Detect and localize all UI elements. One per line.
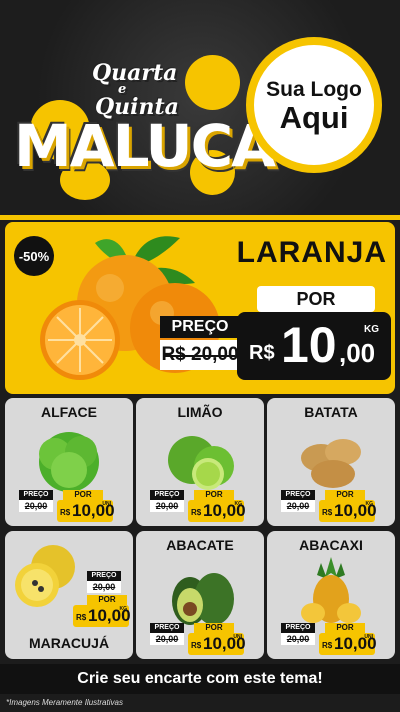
product-price-unit: KG (234, 501, 243, 507)
product-card[interactable]: BATATA PREÇO 20,00 POR R$ 10,00 KG (267, 398, 395, 526)
product-price-currency: R$ (76, 613, 87, 622)
product-price-currency: R$ (191, 508, 202, 517)
product-card[interactable]: ALFACE PREÇO 20,00 POR R$ 10,00 UNI (5, 398, 133, 526)
lime-icon (168, 436, 234, 490)
hero-price-currency: R$ (249, 342, 275, 364)
product-price-unit: KG (365, 501, 374, 507)
title-maluca: MALUCA (14, 112, 276, 180)
product-price-box: R$ 10,00 UNI (188, 633, 246, 655)
featured-product-name: LARANJA (236, 236, 387, 269)
product-price-box: R$ 10,00 UNI (319, 633, 377, 655)
hero-price-decimal: ,00 (339, 338, 376, 368)
product-card[interactable]: ABACAXI PREÇO 20,00 POR R$ 10,00 UNI (267, 531, 395, 659)
product-price-box: R$ 10,00 UNI (57, 500, 115, 522)
product-old-price: 20,00 (281, 500, 315, 512)
footer-cta: Crie seu encarte com este tema! (0, 664, 400, 694)
product-name: MARACUJÁ (28, 635, 110, 651)
product-name: ABACAXI (299, 537, 363, 553)
product-price-box: R$ 10,00 KG (319, 500, 377, 522)
product-old-price: 20,00 (281, 633, 315, 645)
product-price-currency: R$ (322, 641, 333, 650)
product-price-currency: R$ (60, 508, 71, 517)
product-preco-label: PREÇO (281, 623, 315, 633)
product-price-box: R$ 10,00 KG (188, 500, 246, 522)
product-card[interactable]: MARACUJÁ PREÇO 20,00 POR R$ 10,00 KG (5, 531, 133, 659)
hero-price-box: R$ 10 ,00 KG (237, 312, 391, 380)
title-flame-decoration (185, 55, 240, 110)
lettuce-icon (39, 432, 99, 492)
product-price-box: R$ 10,00 KG (73, 605, 131, 627)
hero-price-unit: KG (364, 324, 379, 335)
product-name: ALFACE (41, 404, 97, 420)
product-por-label: POR (87, 595, 127, 605)
pineapple-icon (301, 557, 361, 623)
hero-price-integer: 10 (281, 317, 337, 373)
product-price-unit: UNI (102, 501, 111, 507)
product-old-price: 20,00 (87, 581, 121, 593)
product-price-currency: R$ (322, 508, 333, 517)
product-card[interactable]: LIMÃO PREÇO 20,00 POR R$ 10,00 KG (136, 398, 264, 526)
logo-line1: Sua Logo (266, 77, 362, 101)
product-price-currency: R$ (191, 641, 202, 650)
logo-line2: Aqui (279, 99, 349, 135)
hero-old-price-strike (163, 355, 235, 357)
header-divider (0, 215, 400, 220)
logo-placeholder: Sua Logo Aqui (246, 37, 382, 173)
product-old-price: 20,00 (19, 500, 53, 512)
product-por-label: POR (325, 490, 365, 500)
product-preco-label: PREÇO (87, 571, 121, 581)
product-por-label: POR (194, 623, 234, 633)
product-por-label: POR (63, 490, 103, 500)
product-por-label: POR (325, 623, 365, 633)
product-name: LIMÃO (177, 404, 223, 420)
product-old-price: 20,00 (150, 500, 184, 512)
title-quarta: Quarta (92, 60, 178, 86)
product-card[interactable]: ABACATE PREÇO 20,00 POR R$ 10,00 UNI (136, 531, 264, 659)
product-preco-label: PREÇO (150, 623, 184, 633)
product-name: BATATA (304, 404, 358, 420)
product-por-label: POR (194, 490, 234, 500)
header-banner: Quarta e Quinta MALUCA Sua Logo Aqui (0, 0, 400, 215)
product-price-unit: UNI (364, 634, 373, 640)
hero-preco-label: PREÇO (160, 316, 240, 338)
product-name: ABACATE (166, 537, 234, 553)
product-price-unit: UNI (233, 634, 242, 640)
hero-por-label: POR (257, 286, 375, 312)
passionfruit-icon (15, 545, 75, 607)
product-preco-label: PREÇO (281, 490, 315, 500)
image-disclaimer: *Imagens Meramente Ilustrativas (6, 698, 123, 707)
product-preco-label: PREÇO (150, 490, 184, 500)
product-preco-label: PREÇO (19, 490, 53, 500)
product-old-price: 20,00 (150, 633, 184, 645)
avocado-icon (172, 573, 234, 625)
discount-badge: -50% (14, 236, 54, 276)
product-price-unit: KG (119, 606, 128, 612)
potato-icon (301, 439, 361, 488)
